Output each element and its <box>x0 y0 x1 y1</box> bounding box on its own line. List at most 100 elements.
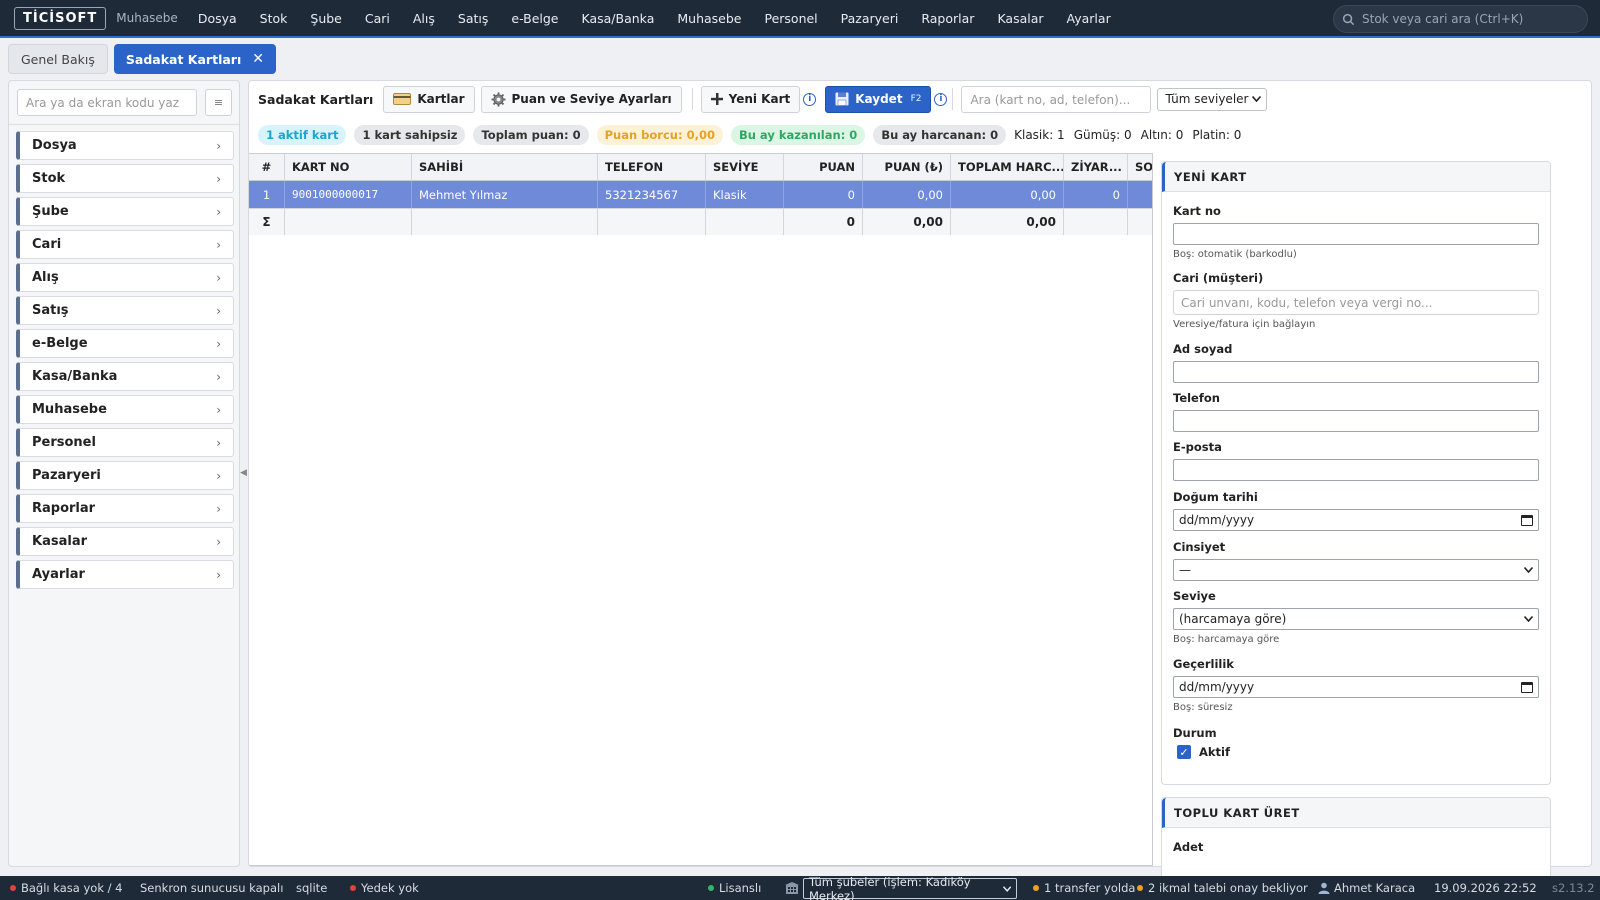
column-header-index[interactable]: # <box>249 154 285 180</box>
top-menu-personel[interactable]: Personel <box>764 11 817 26</box>
sidebar: Ara ya da ekran kodu yaz ≡ Dosya › Stok › … <box>8 80 240 867</box>
gender-select[interactable]: — <box>1173 559 1539 581</box>
top-menu-satis[interactable]: Satış <box>458 11 488 26</box>
chevron-right-icon: › <box>216 369 221 384</box>
column-header-card-no[interactable]: KART NO <box>285 154 412 180</box>
calendar-icon[interactable] <box>1521 514 1533 526</box>
tab-loyalty-cards[interactable]: Sadakat Kartları ✕ <box>113 44 276 74</box>
close-icon[interactable]: ✕ <box>252 51 264 67</box>
chevron-right-icon: › <box>216 204 221 219</box>
name-field[interactable] <box>1173 361 1539 383</box>
sidebar-collapse-handle[interactable]: ◀ <box>240 468 247 478</box>
transfer-status[interactable]: 1 transfer yolda <box>1033 881 1135 895</box>
column-header-points[interactable]: PUAN <box>784 154 863 180</box>
new-card-label: Yeni Kart <box>728 92 791 106</box>
top-menu-raporlar[interactable]: Raporlar <box>921 11 974 26</box>
level-select[interactable]: (harcamaya göre) <box>1173 608 1539 630</box>
column-header-visits[interactable]: ZİYAR... <box>1064 154 1128 180</box>
top-menu-sube[interactable]: Şube <box>310 11 341 26</box>
customer-hint: Veresiye/fatura için bağlayın <box>1173 319 1316 330</box>
active-checkbox[interactable]: ✓ Aktif <box>1177 745 1539 759</box>
current-user[interactable]: Ahmet Karaca <box>1318 881 1415 895</box>
sidebar-item-sube[interactable]: Şube › <box>16 197 234 226</box>
cards-button[interactable]: Kartlar <box>383 85 475 113</box>
sidebar-item-ebelge[interactable]: e-Belge › <box>16 329 234 358</box>
top-menu-kasa-banka[interactable]: Kasa/Banka <box>582 11 655 26</box>
points-level-settings-button[interactable]: Puan ve Seviye Ayarları <box>480 85 682 113</box>
new-card-button[interactable]: Yeni Kart <box>700 85 801 113</box>
column-header-owner[interactable]: SAHİBİ <box>412 154 598 180</box>
active-cards-badge[interactable]: 1 aktif kart <box>258 125 347 145</box>
sidebar-item-ayarlar[interactable]: Ayarlar › <box>16 560 234 589</box>
chevron-right-icon: › <box>216 402 221 417</box>
save-icon <box>835 92 849 106</box>
chevron-right-icon: › <box>216 270 221 285</box>
top-menu-muhasebe[interactable]: Muhasebe <box>677 11 741 26</box>
sidebar-item-satis[interactable]: Satış › <box>16 296 234 325</box>
top-menu-stok[interactable]: Stok <box>260 11 288 26</box>
global-search-placeholder: Stok veya cari ara (Ctrl+K) <box>1362 12 1524 26</box>
sidebar-item-kasalar[interactable]: Kasalar › <box>16 527 234 556</box>
column-header-phone[interactable]: TELEFON <box>598 154 706 180</box>
birth-date-field[interactable]: dd/mm/yyyy <box>1173 509 1539 531</box>
top-menu-kasalar[interactable]: Kasalar <box>997 11 1043 26</box>
points-debt-badge: Puan borcu: 0,00 <box>596 125 723 145</box>
sidebar-item-raporlar[interactable]: Raporlar › <box>16 494 234 523</box>
tab-overview[interactable]: Genel Bakış <box>8 44 108 74</box>
card-search-input[interactable]: Ara (kart no, ad, telefon)... <box>961 85 1152 113</box>
sidebar-item-alis[interactable]: Alış › <box>16 263 234 292</box>
sidebar-item-personel[interactable]: Personel › <box>16 428 234 457</box>
chevron-down-icon <box>1524 567 1533 573</box>
sync-status: Senkron sunucusu kapalı <box>140 881 283 895</box>
cell-owner: Mehmet Yılmaz <box>412 181 598 208</box>
transfer-status-text: 1 transfer yolda <box>1044 881 1136 895</box>
column-header-last[interactable]: SO <box>1128 154 1152 180</box>
validity-date-field[interactable]: dd/mm/yyyy <box>1173 676 1539 698</box>
approval-status[interactable]: 2 ikmal talebi onay bekliyor <box>1137 881 1308 895</box>
save-button[interactable]: Kaydet F2 <box>825 85 932 113</box>
sidebar-item-label: Pazaryeri <box>32 468 101 483</box>
status-dot <box>1033 885 1039 891</box>
table-row[interactable]: 1 9001000000017 Mehmet Yılmaz 5321234567… <box>249 181 1152 208</box>
top-menu-cari[interactable]: Cari <box>365 11 390 26</box>
sidebar-item-kasa-banka[interactable]: Kasa/Banka › <box>16 362 234 391</box>
cell-level: Klasik <box>706 181 784 208</box>
check-icon[interactable]: ✓ <box>1177 745 1191 759</box>
top-menu-alis[interactable]: Alış <box>413 11 435 26</box>
cell-index: 1 <box>249 181 285 208</box>
sidebar-item-muhasebe[interactable]: Muhasebe › <box>16 395 234 424</box>
card-no-field[interactable] <box>1173 223 1539 245</box>
sidebar-menu-toggle-button[interactable]: ≡ <box>205 89 232 116</box>
global-search-input[interactable]: Stok veya cari ara (Ctrl+K) <box>1333 5 1588 33</box>
cell-points-value: 0,00 <box>863 181 951 208</box>
top-menu-ebelge[interactable]: e-Belge <box>511 11 558 26</box>
app-logo[interactable]: TİCİSOFT <box>14 6 107 30</box>
level-hint: Boş: harcamaya göre <box>1173 634 1280 645</box>
top-menu-pazaryeri[interactable]: Pazaryeri <box>841 11 899 26</box>
phone-field[interactable] <box>1173 410 1539 432</box>
ownerless-cards-badge[interactable]: 1 kart sahipsiz <box>354 125 466 145</box>
sidebar-item-dosya[interactable]: Dosya › <box>16 131 234 160</box>
branch-select[interactable]: Tüm şubeler (işlem: Kadıköy Merkez) <box>803 875 1017 900</box>
info-icon[interactable]: i <box>803 92 817 106</box>
level-count-platin: Platin: 0 <box>1192 128 1242 142</box>
column-header-level[interactable]: SEVİYE <box>706 154 784 180</box>
sidebar-item-stok[interactable]: Stok › <box>16 164 234 193</box>
plus-icon <box>710 93 723 105</box>
customer-search-field[interactable]: Cari unvanı, kodu, telefon veya vergi no… <box>1173 290 1539 315</box>
calendar-icon[interactable] <box>1521 681 1533 693</box>
sidebar-item-cari[interactable]: Cari › <box>16 230 234 259</box>
points-level-settings-label: Puan ve Seviye Ayarları <box>511 92 672 106</box>
info-icon[interactable]: i <box>934 92 948 106</box>
email-field[interactable] <box>1173 459 1539 481</box>
top-menu-ayarlar[interactable]: Ayarlar <box>1067 11 1111 26</box>
column-header-points-value[interactable]: PUAN (₺) <box>863 154 951 180</box>
cell-points: 0 <box>784 181 863 208</box>
level-filter-select[interactable]: Tüm seviyeler <box>1157 87 1268 111</box>
column-header-total-spend[interactable]: TOPLAM HARC... <box>951 154 1064 180</box>
top-menu-dosya[interactable]: Dosya <box>198 11 237 26</box>
sidebar-item-pazaryeri[interactable]: Pazaryeri › <box>16 461 234 490</box>
validity-label: Geçerlilik <box>1173 657 1234 671</box>
bulk-count-label: Adet <box>1173 840 1204 854</box>
sidebar-search-input[interactable]: Ara ya da ekran kodu yaz <box>17 89 197 116</box>
